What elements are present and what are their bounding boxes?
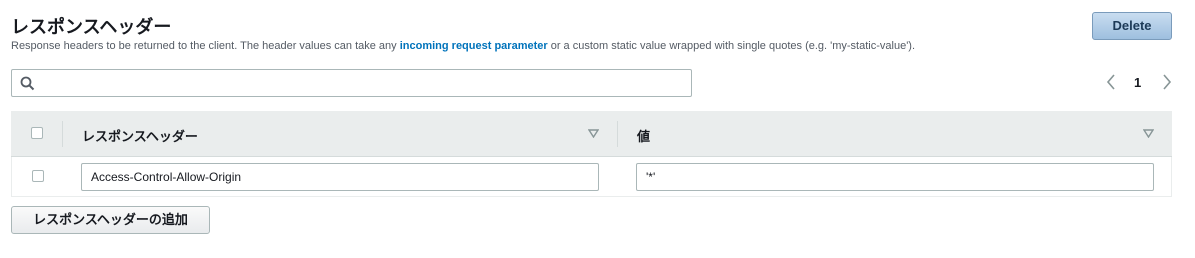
page-title: レスポンスヘッダー (11, 17, 172, 37)
description-text-after: or a custom static value wrapped with si… (547, 40, 916, 52)
column-divider (62, 121, 63, 147)
select-all-checkbox[interactable] (31, 127, 43, 139)
column-header-response-header[interactable]: レスポンスヘッダー (82, 126, 198, 145)
chevron-left-icon (1106, 74, 1115, 90)
column-header-value[interactable]: 値 (637, 126, 650, 145)
page-description: Response headers to be returned to the c… (11, 40, 915, 52)
row-checkbox[interactable] (32, 170, 44, 182)
incoming-request-parameter-link[interactable]: incoming request parameter (400, 40, 548, 52)
header-value-input[interactable] (636, 163, 1154, 191)
add-response-header-button[interactable]: レスポンスヘッダーの追加 (11, 206, 210, 234)
delete-button[interactable]: Delete (1092, 12, 1172, 40)
table-header-row: レスポンスヘッダー 値 (11, 111, 1172, 157)
description-text-before: Response headers to be returned to the c… (11, 40, 400, 52)
search-icon (20, 76, 35, 91)
sort-icon[interactable] (1143, 129, 1154, 138)
current-page-number[interactable]: 1 (1134, 75, 1141, 95)
chevron-right-icon (1163, 74, 1172, 90)
search-box[interactable] (11, 69, 692, 97)
header-name-input[interactable] (81, 163, 599, 191)
previous-page-button[interactable] (1105, 73, 1117, 93)
sort-icon[interactable] (588, 129, 599, 138)
table-row (11, 157, 1172, 197)
search-input[interactable] (44, 73, 688, 95)
column-divider (617, 121, 618, 147)
next-page-button[interactable] (1161, 73, 1173, 93)
